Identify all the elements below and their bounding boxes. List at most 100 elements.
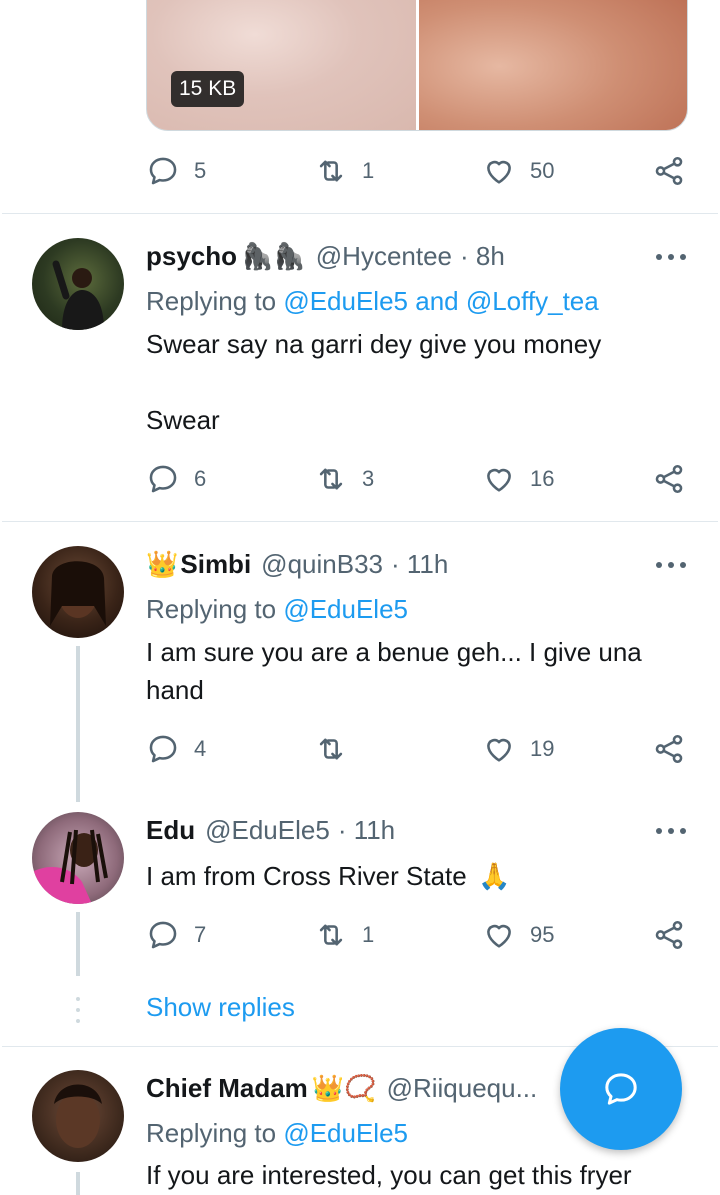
retweet-button[interactable]: 1 xyxy=(314,918,374,952)
heart-icon xyxy=(487,924,511,948)
retweet-button[interactable]: 3 xyxy=(314,462,374,496)
share-icon xyxy=(655,734,683,764)
avatar[interactable] xyxy=(32,812,124,904)
reply-icon xyxy=(149,735,177,763)
like-button[interactable]: 16 xyxy=(482,462,554,496)
tweet-time: · 11h xyxy=(390,548,449,579)
show-replies-link[interactable]: Show replies xyxy=(146,992,295,1023)
thread-connector xyxy=(76,1172,80,1195)
reply-count: 5 xyxy=(194,158,207,183)
author-name[interactable]: Simbi xyxy=(180,549,251,580)
heart-icon xyxy=(487,468,511,492)
tweet-text: Swear say na garri dey give you money xyxy=(146,329,602,359)
tweet-header: Edu @EduEle5 · 11h xyxy=(146,812,395,848)
retweet-icon xyxy=(319,924,343,946)
like-count: 95 xyxy=(530,922,555,947)
tweet-divider xyxy=(2,521,718,522)
media-image-right[interactable] xyxy=(419,0,687,130)
like-count: 19 xyxy=(530,736,555,761)
heart-icon xyxy=(487,738,511,762)
replying-prefix: Replying to xyxy=(146,1118,277,1148)
share-icon xyxy=(655,920,683,950)
reply-icon xyxy=(149,157,177,185)
replying-prefix: Replying to xyxy=(146,286,277,316)
replying-mentions[interactable]: @EduEle5 and @Loffy_tea xyxy=(283,286,598,316)
retweet-icon xyxy=(319,160,343,182)
like-button[interactable]: 95 xyxy=(482,918,554,952)
compose-reply-fab[interactable] xyxy=(560,1028,682,1150)
tweet-text: If you are interested, you can get this … xyxy=(146,1160,632,1190)
avatar-image xyxy=(50,561,106,626)
author-name[interactable]: psycho xyxy=(146,241,237,272)
share-button[interactable] xyxy=(652,154,686,188)
media-size-badge: 15 KB xyxy=(171,71,245,107)
replying-to: Replying to @EduEle5 xyxy=(146,1118,408,1149)
share-button[interactable] xyxy=(652,462,686,496)
media-image-left[interactable] xyxy=(147,0,416,130)
tweet-text: I am from Cross River State xyxy=(146,861,467,891)
retweet-icon xyxy=(319,738,343,760)
tweet-media-preview[interactable]: 15 KB xyxy=(146,0,688,131)
avatar-image xyxy=(52,260,104,330)
author-handle[interactable]: @Riiquequ... xyxy=(387,1073,538,1104)
reply-icon xyxy=(149,465,177,493)
reply-button[interactable]: 5 xyxy=(146,154,206,188)
more-options-button[interactable] xyxy=(656,252,686,262)
replying-to: Replying to @EduEle5 xyxy=(146,594,408,625)
reply-bubble-icon xyxy=(605,1073,637,1105)
replying-to: Replying to @EduEle5 and @Loffy_tea xyxy=(146,286,599,317)
thread-connector xyxy=(76,912,80,976)
like-button[interactable]: 19 xyxy=(482,732,554,766)
share-icon xyxy=(655,464,683,494)
reply-count: 4 xyxy=(194,736,207,761)
avatar[interactable] xyxy=(32,238,124,330)
tweet-header: psycho 🦍🦍 @Hycentee · 8h xyxy=(146,238,505,274)
tweet-text-line2: Swear xyxy=(146,405,220,435)
share-icon xyxy=(655,156,683,186)
praying-hands-emoji: 🙏 xyxy=(477,861,511,891)
avatar[interactable] xyxy=(32,1070,124,1162)
reply-button[interactable]: 6 xyxy=(146,462,206,496)
retweet-count: 1 xyxy=(362,922,375,947)
author-name[interactable]: Edu xyxy=(146,815,195,846)
replying-mentions[interactable]: @EduEle5 xyxy=(283,1118,408,1148)
more-options-button[interactable] xyxy=(656,560,686,570)
tweet-text-container: I am from Cross River State 🙏 xyxy=(146,857,686,895)
avatar-image xyxy=(32,829,108,904)
tweet-header: Chief Madam 👑📿 @Riiquequ... xyxy=(146,1070,537,1106)
tweet-time: · 8h xyxy=(460,240,505,271)
author-name[interactable]: Chief Madam xyxy=(146,1073,308,1104)
reply-count: 6 xyxy=(194,466,207,491)
retweet-icon xyxy=(319,468,343,490)
avatar-image xyxy=(54,1084,102,1148)
share-button[interactable] xyxy=(652,732,686,766)
name-emoji: 👑📿 xyxy=(311,1072,377,1103)
reply-icon xyxy=(149,921,177,949)
name-emoji: 🦍🦍 xyxy=(241,240,306,271)
thread-connector xyxy=(76,646,80,802)
tweet-divider xyxy=(2,213,718,214)
reply-count: 7 xyxy=(194,922,207,947)
reply-button[interactable]: 7 xyxy=(146,918,206,952)
like-button[interactable]: 50 xyxy=(482,154,554,188)
heart-icon xyxy=(487,160,511,184)
like-count: 50 xyxy=(530,158,555,183)
retweet-button[interactable]: 1 xyxy=(314,154,374,188)
retweet-button[interactable] xyxy=(314,732,362,766)
replying-prefix: Replying to xyxy=(146,594,277,624)
reply-button[interactable]: 4 xyxy=(146,732,206,766)
retweet-count: 3 xyxy=(362,466,375,491)
author-handle[interactable]: @EduEle5 xyxy=(205,815,330,846)
author-handle[interactable]: @quinB33 xyxy=(261,549,383,580)
replying-mentions[interactable]: @EduEle5 xyxy=(283,594,408,624)
share-button[interactable] xyxy=(652,918,686,952)
thread-dots xyxy=(76,996,80,1026)
like-count: 16 xyxy=(530,466,555,491)
tweet-header: 👑 Simbi @quinB33 · 11h xyxy=(146,546,448,582)
crown-emoji: 👑 xyxy=(146,548,179,579)
author-handle[interactable]: @Hycentee xyxy=(316,241,452,272)
tweet-text: I am sure you are a benue geh... I give … xyxy=(146,637,642,705)
more-options-button[interactable] xyxy=(656,826,686,836)
avatar[interactable] xyxy=(32,546,124,638)
tweet-time: · 11h xyxy=(337,814,396,845)
